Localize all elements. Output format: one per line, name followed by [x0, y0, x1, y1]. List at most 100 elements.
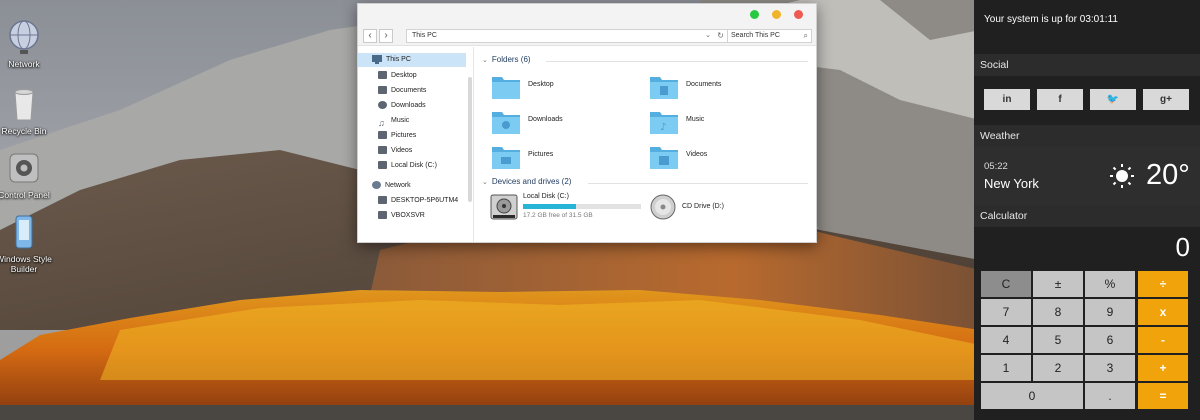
folders-section-header[interactable]: ⌄ Folders (6) [482, 55, 531, 64]
nav-item-local-disk[interactable]: Local Disk (C:) [378, 159, 437, 173]
calc-key-equals[interactable]: = [1138, 383, 1188, 409]
folder-label: Documents [686, 81, 722, 88]
search-icon: ⌕ [803, 31, 808, 40]
navigation-pane: This PC Desktop Documents Downloads ♫ Mus… [358, 47, 474, 242]
computer-icon [378, 211, 387, 220]
chevron-down-icon[interactable]: ⌄ [705, 30, 711, 42]
linkedin-icon: in [1002, 94, 1012, 105]
calc-key-decimal[interactable]: . [1085, 383, 1135, 409]
explorer-titlebar[interactable] [358, 4, 816, 26]
music-note-icon: ♫ [378, 118, 385, 129]
svg-text:♪: ♪ [660, 122, 666, 133]
calc-key-divide[interactable]: ÷ [1138, 271, 1188, 297]
calc-key-negate[interactable]: ± [1033, 271, 1083, 297]
social-header: Social [974, 54, 1200, 76]
calc-key-2[interactable]: 2 [1033, 355, 1083, 381]
folder-icon [492, 112, 520, 134]
nav-label: VBOXSVR [391, 212, 425, 219]
twitter-button[interactable]: 🐦 [1090, 89, 1136, 110]
computer-icon [378, 196, 387, 205]
search-placeholder: Search This PC [731, 32, 780, 39]
calc-key-9[interactable]: 9 [1085, 299, 1135, 325]
linkedin-button[interactable]: in [984, 89, 1030, 110]
drive-label: Local Disk (C:) [523, 193, 569, 200]
recycle-bin-icon [14, 89, 34, 121]
folder-videos[interactable]: Videos [650, 143, 800, 173]
weather-temperature: 20° [1146, 159, 1190, 191]
calc-key-7[interactable]: 7 [981, 299, 1031, 325]
folder-music[interactable]: ♪ Music [650, 108, 800, 138]
search-input[interactable]: Search This PC ⌕ [727, 29, 812, 43]
folder-icon [492, 147, 520, 169]
drive-usage-fill [523, 204, 577, 209]
weather-widget: 05:22 New York 20° [974, 147, 1200, 205]
close-button[interactable] [794, 10, 803, 19]
nav-label: Videos [391, 147, 413, 154]
calc-key-1[interactable]: 1 [981, 355, 1031, 381]
folder-downloads[interactable]: Downloads [492, 108, 642, 138]
control-panel-icon [9, 153, 39, 183]
calc-key-multiply[interactable]: x [1138, 299, 1188, 325]
folder-label: Desktop [528, 81, 554, 88]
nav-item-documents[interactable]: Documents [378, 84, 426, 98]
nav-item-network-computer[interactable]: DESKTOP-5P6UTM4 [378, 194, 458, 208]
style-builder-icon [15, 215, 33, 249]
calc-key-add[interactable]: + [1138, 355, 1188, 381]
calc-key-6[interactable]: 6 [1085, 327, 1135, 353]
facebook-button[interactable]: f [1037, 89, 1083, 110]
folder-pictures[interactable]: Pictures [492, 143, 642, 173]
calc-key-5[interactable]: 5 [1033, 327, 1083, 353]
nav-scrollbar[interactable] [468, 77, 472, 202]
desktop-icon-network[interactable]: Network [0, 17, 55, 69]
content-pane: ⌄ Folders (6) Desktop Documents Downloads… [476, 47, 814, 242]
nav-item-videos[interactable]: Videos [378, 144, 412, 158]
desktop-icon-style-builder[interactable]: Windows Style Builder [0, 212, 55, 274]
calc-key-3[interactable]: 3 [1085, 355, 1135, 381]
drive-local-disk-c[interactable]: Local Disk (C:) 17.2 GB free of 31.5 GB [490, 191, 650, 225]
weather-header: Weather [974, 125, 1200, 147]
calc-key-8[interactable]: 8 [1033, 299, 1083, 325]
download-icon [378, 101, 387, 110]
nav-item-desktop[interactable]: Desktop [378, 69, 417, 83]
hard-drive-icon [490, 194, 518, 220]
maximize-button[interactable] [750, 10, 759, 19]
calc-key-percent[interactable]: % [1085, 271, 1135, 297]
folder-desktop[interactable]: Desktop [492, 73, 642, 103]
nav-item-music[interactable]: ♫ Music [378, 114, 409, 128]
nav-item-network-computer[interactable]: VBOXSVR [378, 209, 425, 223]
address-input[interactable]: This PC ⌄ ↻ [406, 29, 728, 43]
google-plus-icon: g+ [1160, 94, 1172, 105]
calc-key-clear[interactable]: C [981, 271, 1031, 297]
folder-documents[interactable]: Documents [650, 73, 800, 103]
calc-key-subtract[interactable]: - [1138, 327, 1188, 353]
desktop-icon-label: Windows Style Builder [0, 254, 52, 274]
folder-icon [650, 77, 678, 99]
chevron-down-icon: ⌄ [482, 57, 488, 64]
calc-key-0[interactable]: 0 [981, 383, 1083, 409]
section-divider [588, 183, 808, 184]
calc-key-4[interactable]: 4 [981, 327, 1031, 353]
desktop-icon-control-panel[interactable]: Control Panel [0, 148, 55, 200]
devices-section-header[interactable]: ⌄ Devices and drives (2) [482, 177, 571, 186]
twitter-icon: 🐦 [1106, 94, 1120, 105]
nav-item-pictures[interactable]: Pictures [378, 129, 416, 143]
nav-label: DESKTOP-5P6UTM4 [391, 197, 459, 204]
calculator-header: Calculator [974, 205, 1200, 227]
nav-item-downloads[interactable]: Downloads [378, 99, 426, 113]
drive-cd-d[interactable]: CD Drive (D:) [649, 191, 769, 225]
google-plus-button[interactable]: g+ [1143, 89, 1189, 110]
forward-button[interactable]: › [379, 29, 393, 43]
folder-label: Pictures [528, 151, 554, 158]
chevron-down-icon: ⌄ [482, 179, 488, 186]
nav-item-network[interactable]: Network [372, 179, 411, 193]
nav-label: Desktop [391, 72, 417, 79]
minimize-button[interactable] [772, 10, 781, 19]
nav-item-this-pc[interactable]: This PC [358, 53, 466, 67]
drive-space-text: 17.2 GB free of 31.5 GB [523, 212, 593, 219]
back-button[interactable]: ‹ [363, 29, 377, 43]
gadget-sidebar: Your system is up for 03:01:11 Social in… [974, 0, 1200, 420]
documents-icon [378, 86, 387, 95]
sun-icon [1110, 164, 1134, 188]
refresh-icon[interactable]: ↻ [717, 30, 724, 42]
desktop-icon-recycle-bin[interactable]: Recycle Bin [0, 84, 55, 136]
